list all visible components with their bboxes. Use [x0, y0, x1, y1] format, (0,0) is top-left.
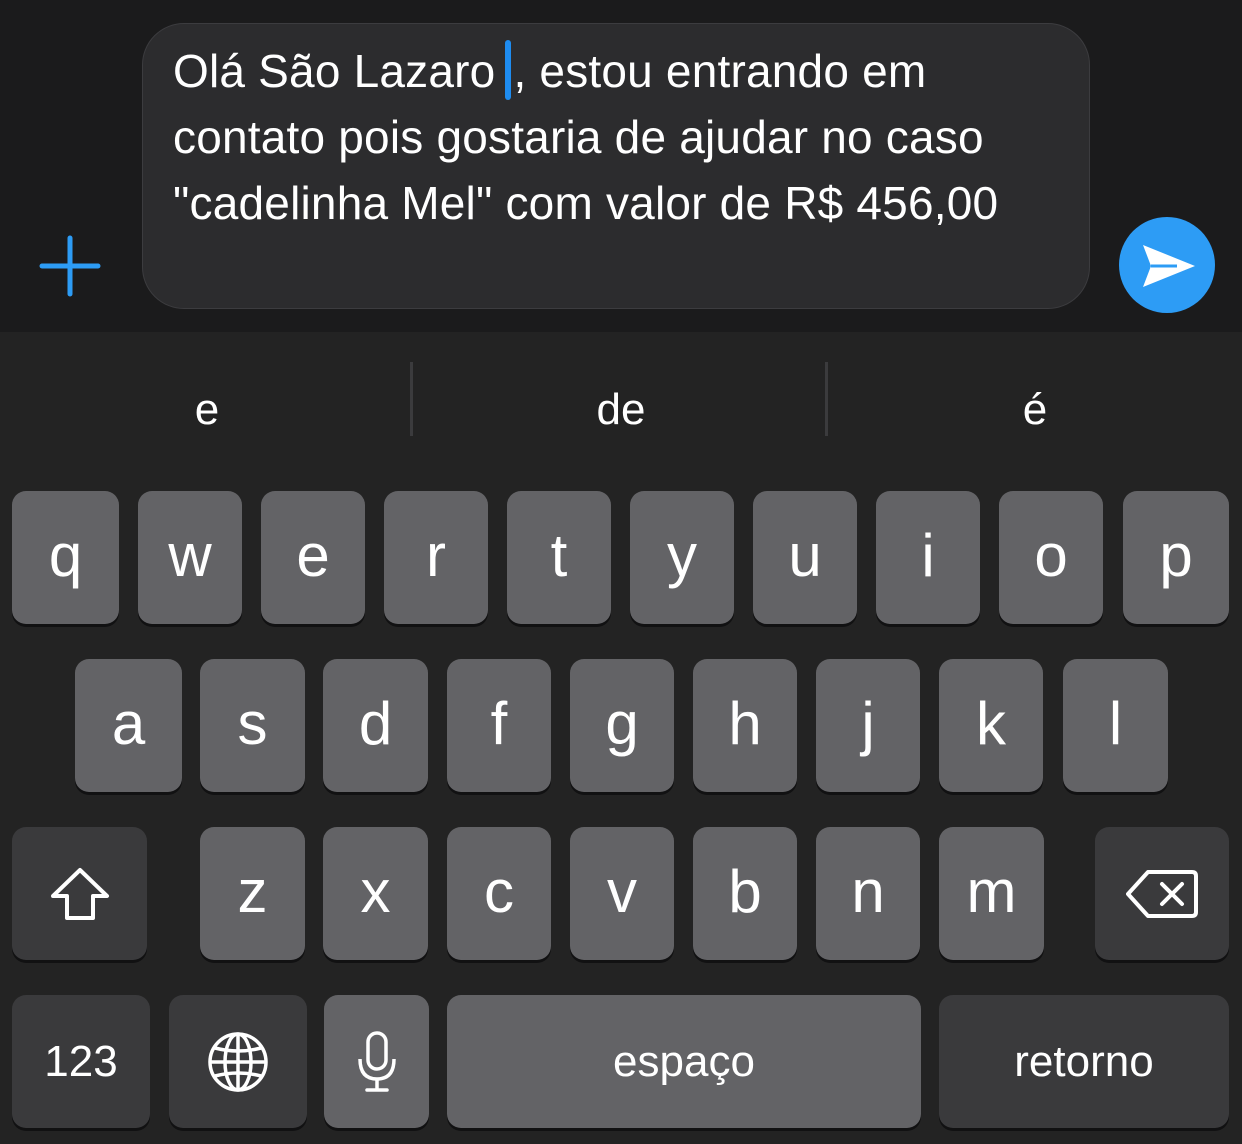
numbers-key[interactable]: 123 [12, 995, 150, 1128]
key-label: h [728, 689, 762, 757]
key-h[interactable]: h [693, 659, 797, 792]
key-label: i [921, 521, 935, 589]
key-i[interactable]: i [876, 491, 980, 624]
key-label: q [48, 521, 83, 589]
key-k[interactable]: k [939, 659, 1043, 792]
key-c[interactable]: c [447, 827, 551, 960]
key-n[interactable]: n [816, 827, 920, 960]
key-label: p [1159, 521, 1193, 589]
suggestion-divider [410, 362, 413, 436]
globe-icon [208, 1031, 268, 1092]
key-r[interactable]: r [384, 491, 488, 624]
globe-key[interactable] [169, 995, 307, 1128]
return-key-label: retorno [1014, 1036, 1154, 1086]
send-arrow-icon [1143, 245, 1195, 287]
key-label: b [728, 857, 762, 925]
text-cursor [505, 40, 512, 100]
key-label: s [237, 689, 268, 757]
shift-icon [50, 867, 109, 920]
key-label: o [1034, 521, 1068, 589]
key-label: r [426, 521, 446, 589]
key-label: f [490, 689, 508, 757]
microphone-key[interactable] [324, 995, 429, 1128]
key-o[interactable]: o [999, 491, 1103, 624]
key-label: y [667, 521, 697, 589]
space-key[interactable]: espaço [447, 995, 921, 1128]
predictive-text-bar: e de é [0, 332, 1242, 482]
key-label: a [111, 689, 146, 757]
key-label: j [861, 689, 875, 757]
key-b[interactable]: b [693, 827, 797, 960]
key-label: w [168, 521, 212, 589]
key-label: u [788, 521, 822, 589]
numbers-key-label: 123 [44, 1036, 118, 1086]
key-label: v [607, 857, 637, 925]
backspace-key[interactable] [1095, 827, 1229, 960]
key-x[interactable]: x [323, 827, 428, 960]
key-s[interactable]: s [200, 659, 305, 792]
backspace-icon [1126, 869, 1198, 918]
key-l[interactable]: l [1063, 659, 1168, 792]
key-q[interactable]: q [12, 491, 119, 624]
return-key[interactable]: retorno [939, 995, 1229, 1128]
key-g[interactable]: g [570, 659, 674, 792]
key-p[interactable]: p [1123, 491, 1229, 624]
key-label: x [360, 857, 391, 925]
key-label: g [605, 689, 639, 757]
key-label: m [966, 857, 1017, 925]
key-label: k [976, 689, 1006, 757]
key-label: t [550, 521, 568, 589]
key-label: e [296, 521, 330, 589]
message-text-before-cursor: Olá São Lazaro [173, 45, 496, 97]
key-d[interactable]: d [323, 659, 428, 792]
plus-icon[interactable] [38, 234, 102, 298]
suggestion-2[interactable]: de [414, 380, 828, 440]
message-composer: Olá São Lazaro, estou entrando em contat… [0, 0, 1242, 332]
space-key-label: espaço [613, 1036, 755, 1086]
message-text[interactable]: Olá São Lazaro, estou entrando em contat… [173, 38, 1073, 236]
suggestion-1[interactable]: e [0, 380, 414, 440]
key-label: d [358, 689, 393, 757]
key-label: n [851, 857, 885, 925]
suggestion-divider [825, 362, 828, 436]
key-label: l [1108, 689, 1123, 757]
key-m[interactable]: m [939, 827, 1044, 960]
key-label: c [484, 857, 514, 925]
key-label: z [237, 857, 268, 925]
key-j[interactable]: j [816, 659, 920, 792]
suggestion-3[interactable]: é [828, 380, 1242, 440]
microphone-icon [357, 1030, 396, 1092]
key-v[interactable]: v [570, 827, 674, 960]
key-w[interactable]: w [138, 491, 242, 624]
key-y[interactable]: y [630, 491, 734, 624]
key-f[interactable]: f [447, 659, 551, 792]
key-e[interactable]: e [261, 491, 365, 624]
shift-key[interactable] [12, 827, 147, 960]
key-z[interactable]: z [200, 827, 305, 960]
message-input[interactable]: Olá São Lazaro, estou entrando em contat… [142, 23, 1090, 309]
key-u[interactable]: u [753, 491, 857, 624]
key-t[interactable]: t [507, 491, 611, 624]
send-button[interactable] [1119, 217, 1215, 313]
key-a[interactable]: a [75, 659, 182, 792]
